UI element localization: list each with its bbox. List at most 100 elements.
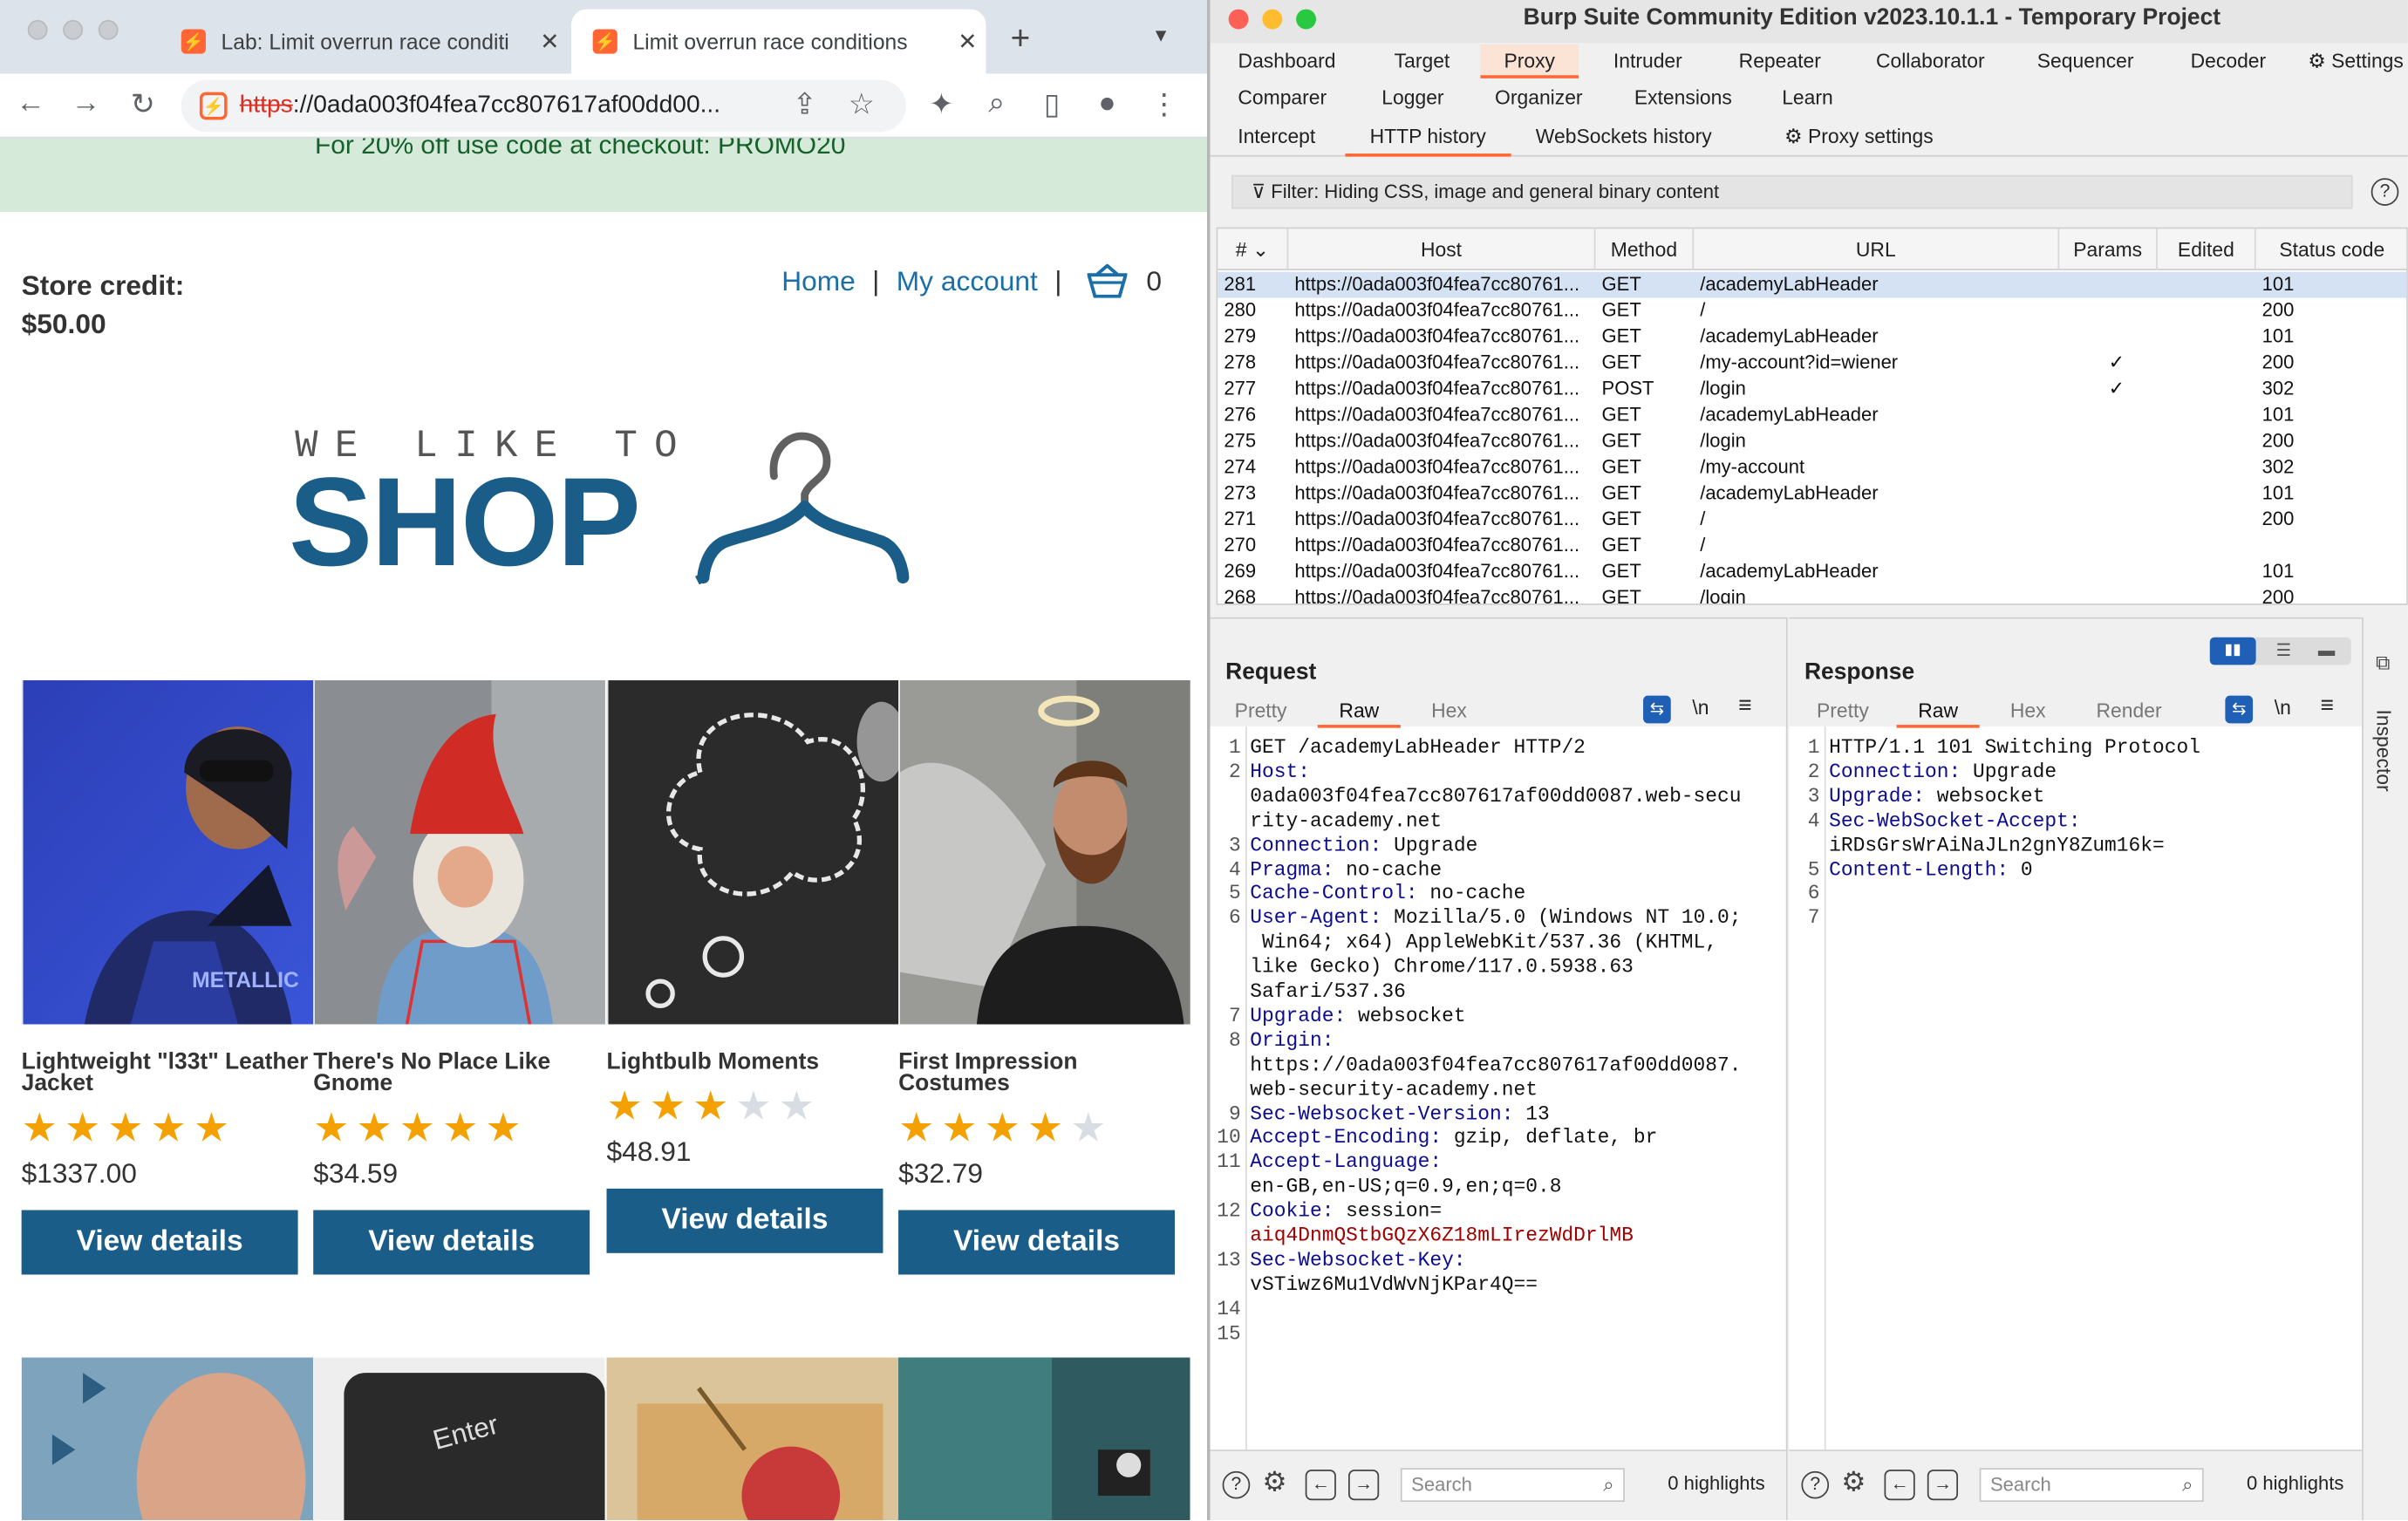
response-search-input[interactable]: Search ⌕ — [1979, 1468, 2204, 1503]
profile-avatar-icon[interactable]: ● — [1088, 87, 1125, 121]
cart-icon[interactable] — [1088, 263, 1129, 298]
table-row[interactable]: 271 https://0ada003f04fea7cc80761... GET / 2… — [1218, 507, 2406, 533]
help-icon[interactable]: ? — [1222, 1470, 1251, 1499]
menu-lines-icon[interactable]: ≡ — [2321, 692, 2334, 719]
product-image[interactable] — [898, 1357, 1190, 1521]
tab-dashboard[interactable]: Dashboard — [1223, 44, 1352, 78]
table-row[interactable]: 276 https://0ada003f04fea7cc80761... GET/a… — [1218, 402, 2406, 428]
new-tab-button[interactable]: + — [1011, 18, 1031, 58]
tab-search-chevron-icon[interactable]: ▼ — [1152, 24, 1170, 46]
next-arrow-icon[interactable]: → — [1347, 1470, 1380, 1501]
tab-organizer[interactable]: Organizer — [1486, 81, 1591, 115]
minimize-window-button[interactable] — [63, 19, 84, 40]
request-tab-pretty[interactable]: Pretty — [1235, 699, 1287, 721]
tab-learn[interactable]: Learn — [1772, 81, 1843, 115]
gear-icon[interactable]: ⚙ — [1262, 1467, 1286, 1499]
tab-proxy[interactable]: Proxy — [1480, 44, 1579, 78]
previous-arrow-icon[interactable]: ← — [1884, 1470, 1915, 1501]
request-tab-hex[interactable]: Hex — [1431, 699, 1467, 721]
subtab-proxy-settings[interactable]: ⚙ Proxy settings — [1784, 119, 1934, 156]
column-header-status[interactable]: Status code — [2256, 228, 2407, 270]
layout-toggle[interactable]: ▮▮ ☰ ▬ — [2209, 637, 2351, 665]
tab-extensions[interactable]: Extensions — [1625, 81, 1742, 115]
split-view-icon[interactable]: ▮▮ — [2209, 637, 2256, 665]
subtab-websockets-history[interactable]: WebSockets history — [1536, 119, 1712, 156]
table-row[interactable]: 269 https://0ada003f04fea7cc80761... GET/a… — [1218, 559, 2406, 585]
tab-decoder[interactable]: Decoder — [2178, 44, 2279, 78]
newline-toggle-icon[interactable]: \n — [1692, 696, 1709, 719]
column-header-host[interactable]: Host — [1288, 228, 1596, 270]
tab-comparer[interactable]: Comparer — [1223, 81, 1342, 115]
single-view-icon[interactable]: ▬ — [2308, 638, 2344, 665]
previous-arrow-icon[interactable]: ← — [1305, 1470, 1336, 1501]
product-image[interactable] — [898, 680, 1190, 1025]
column-header-method[interactable]: Method — [1595, 228, 1695, 270]
close-window-button[interactable] — [27, 19, 48, 40]
response-tab-pretty[interactable]: Pretty — [1817, 699, 1869, 721]
wrap-lines-icon[interactable]: ⇆ — [2225, 695, 2254, 724]
table-row[interactable]: 270 https://0ada003f04fea7cc80761... GET / — [1218, 533, 2406, 559]
minimize-window-button[interactable] — [1262, 9, 1283, 30]
product-image[interactable]: Enter — [313, 1357, 605, 1521]
response-tab-raw[interactable]: Raw — [1896, 699, 1980, 728]
inspector-toggle-icon[interactable]: ⧉ — [2376, 651, 2390, 676]
filter-bar[interactable]: ⊽ Filter: Hiding CSS, image and general … — [1231, 174, 2353, 209]
extension-icon[interactable]: ✦ — [923, 87, 959, 122]
close-window-button[interactable] — [1228, 9, 1249, 30]
tab-target[interactable]: Target — [1373, 44, 1471, 78]
share-icon[interactable]: ⇪ — [787, 87, 823, 122]
site-info-icon[interactable]: ⚡ — [199, 92, 228, 120]
browser-tab-active[interactable]: ⚡ Limit overrun race conditions ✕ — [571, 9, 986, 74]
column-header-url[interactable]: URL — [1694, 228, 2060, 270]
forward-arrow-icon[interactable]: → — [67, 87, 104, 121]
reload-icon[interactable]: ↻ — [125, 87, 161, 122]
table-row[interactable]: 278 https://0ada003f04fea7cc80761... GET/m… — [1218, 350, 2406, 376]
gear-icon[interactable]: ⚙ — [1841, 1467, 1866, 1499]
column-header-params[interactable]: Params — [2059, 228, 2158, 270]
column-header-number[interactable]: # ⌄ — [1218, 228, 1289, 270]
table-row[interactable]: 281 https://0ada003f04fea7cc80761... GET/a… — [1218, 271, 2407, 298]
view-details-button[interactable]: View details — [606, 1188, 883, 1253]
column-header-edited[interactable]: Edited — [2158, 228, 2256, 270]
table-row[interactable]: 273 https://0ada003f04fea7cc80761... GET/a… — [1218, 481, 2406, 507]
more-menu-icon[interactable]: ⋮ — [1146, 87, 1183, 122]
bookmark-star-icon[interactable]: ☆ — [843, 87, 880, 122]
view-details-button[interactable]: View details — [21, 1210, 298, 1275]
wrap-lines-icon[interactable]: ⇆ — [1643, 695, 1671, 724]
browser-tab-lab[interactable]: ⚡ Lab: Limit overrun race conditi ✕ — [160, 10, 568, 74]
tab-settings[interactable]: ⚙ Settings — [2303, 44, 2408, 78]
zoom-window-button[interactable] — [98, 19, 119, 40]
tab-repeater[interactable]: Repeater — [1726, 44, 1833, 78]
request-search-input[interactable]: Search ⌕ — [1400, 1468, 1625, 1503]
table-row[interactable]: 274 https://0ada003f04fea7cc80761... GET/m… — [1218, 454, 2406, 481]
tab-sequencer[interactable]: Sequencer — [2024, 44, 2147, 78]
product-image[interactable] — [21, 1357, 314, 1521]
table-row[interactable]: 280 https://0ada003f04fea7cc80761... GET / 2… — [1218, 298, 2406, 324]
home-link[interactable]: Home — [781, 265, 856, 297]
table-row[interactable]: 279 https://0ada003f04fea7cc80761... GET/a… — [1218, 324, 2406, 351]
menu-lines-icon[interactable]: ≡ — [1738, 692, 1751, 719]
zoom-window-button[interactable] — [1296, 9, 1317, 30]
search-icon[interactable]: ⌕ — [979, 87, 1015, 121]
stacked-view-icon[interactable]: ☰ — [2265, 638, 2302, 665]
response-tab-render[interactable]: Render — [2096, 699, 2161, 721]
newline-toggle-icon[interactable]: \n — [2275, 696, 2291, 719]
product-image[interactable] — [606, 1357, 899, 1521]
next-arrow-icon[interactable]: → — [1927, 1470, 1959, 1501]
close-tab-icon[interactable]: ✕ — [531, 28, 568, 55]
product-image[interactable]: METALLIC — [21, 680, 314, 1025]
side-panel-icon[interactable]: ▯ — [1033, 87, 1070, 122]
tab-collaborator[interactable]: Collaborator — [1865, 44, 1996, 78]
back-arrow-icon[interactable]: ← — [12, 87, 49, 121]
tab-intruder[interactable]: Intruder — [1597, 44, 1698, 78]
request-tab-raw[interactable]: Raw — [1317, 699, 1401, 728]
product-image[interactable] — [606, 680, 899, 1025]
table-row[interactable]: 275 https://0ada003f04fea7cc80761... GET/l… — [1218, 428, 2406, 454]
inspector-tab[interactable]: Inspector — [2372, 709, 2395, 791]
product-image[interactable] — [313, 680, 605, 1025]
close-tab-icon[interactable]: ✕ — [949, 28, 986, 55]
help-icon[interactable]: ? — [2370, 178, 2399, 206]
subtab-http-history[interactable]: HTTP history — [1345, 119, 1511, 157]
subtab-intercept[interactable]: Intercept — [1238, 119, 1315, 156]
view-details-button[interactable]: View details — [313, 1210, 590, 1275]
